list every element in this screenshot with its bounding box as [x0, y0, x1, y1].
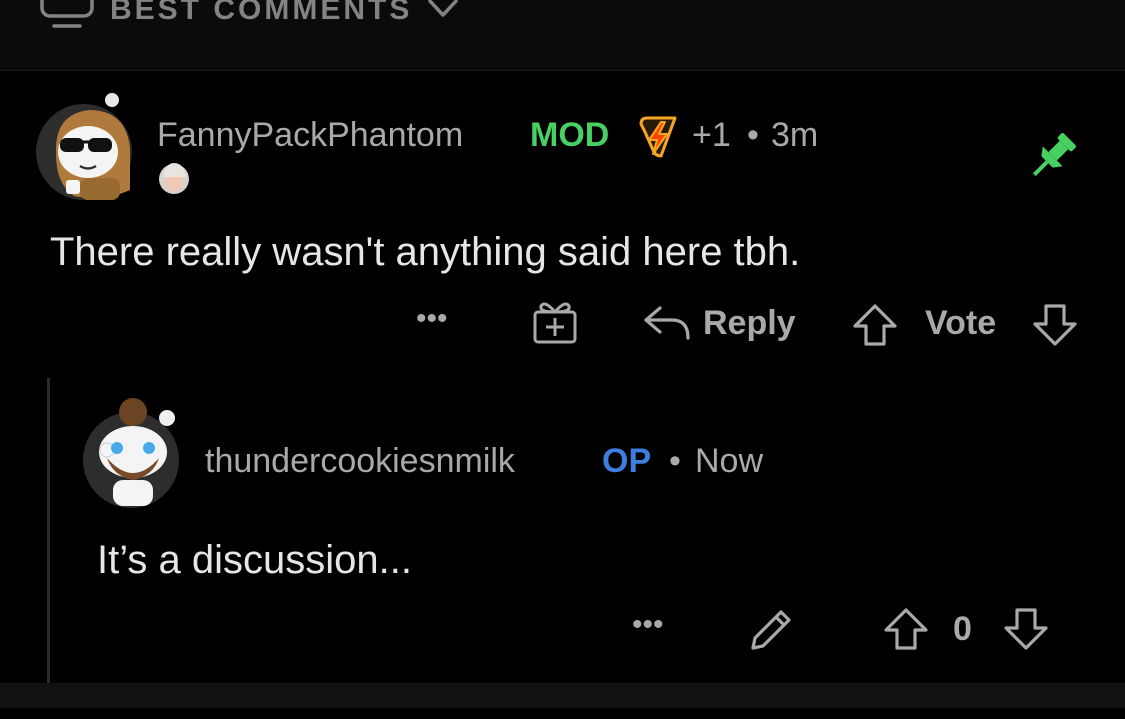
user-flair-icon: [159, 163, 189, 194]
comment-body: There really wasn't anything said here t…: [50, 230, 801, 274]
gift-icon[interactable]: [531, 298, 579, 346]
karma-score: +1: [692, 116, 731, 154]
downvote-icon[interactable]: [1031, 302, 1079, 348]
more-options-button[interactable]: •••: [416, 302, 448, 336]
pin-icon: [1032, 133, 1076, 177]
comments-sort-icon: [40, 0, 94, 28]
vote-count: 0: [953, 610, 972, 648]
meta-separator: •: [669, 442, 681, 480]
avatar[interactable]: [83, 396, 183, 510]
reply-button[interactable]: Reply: [703, 304, 796, 343]
vote-label: Vote: [925, 304, 997, 342]
mod-badge: MOD: [530, 116, 610, 154]
edit-icon[interactable]: [747, 606, 795, 654]
comment-time: 3m: [771, 116, 819, 154]
comment-author[interactable]: FannyPackPhantom: [157, 116, 463, 155]
meta-separator: •: [747, 116, 759, 154]
upvote-icon[interactable]: [851, 302, 899, 348]
sort-dropdown[interactable]: BEST COMMENTS: [38, 0, 460, 34]
chevron-down-icon: [428, 0, 459, 17]
upvote-icon[interactable]: [882, 606, 930, 652]
reply-icon[interactable]: [642, 302, 692, 342]
more-options-button[interactable]: •••: [632, 608, 664, 642]
op-badge: OP: [602, 442, 652, 480]
comment-author[interactable]: thundercookiesnmilk: [205, 442, 515, 481]
next-comment-divider: [0, 683, 1125, 708]
sort-bar: BEST COMMENTS: [0, 0, 1125, 71]
comment-time: Now: [695, 442, 764, 480]
downvote-icon[interactable]: [1002, 606, 1050, 652]
lightning-award-icon[interactable]: [635, 112, 681, 160]
avatar[interactable]: [34, 92, 138, 206]
thread-line[interactable]: [47, 378, 50, 683]
sort-label: BEST COMMENTS: [110, 0, 413, 26]
comment-body: It’s a discussion...: [97, 538, 412, 582]
